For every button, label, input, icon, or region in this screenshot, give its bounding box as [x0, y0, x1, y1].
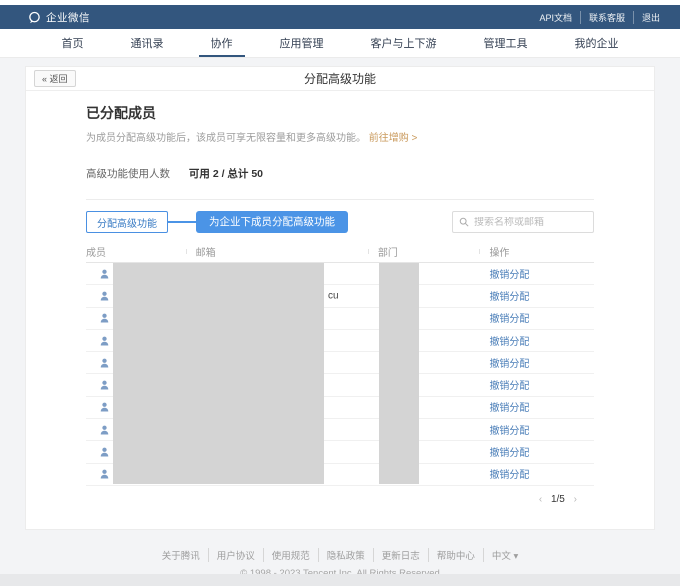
pagination-prev-icon[interactable]: ‹ — [536, 494, 545, 505]
top-bar: 企业微信 API文档 联系客服 退出 — [0, 5, 680, 29]
nav-item-my-company[interactable]: 我的企业 — [569, 29, 625, 57]
nav-item-collaboration[interactable]: 协作 — [205, 29, 239, 57]
guide-tooltip: 为企业下成员分配高级功能 — [196, 211, 348, 233]
column-header-member: 成员 — [86, 244, 186, 259]
pagination-current: 1/5 — [551, 494, 565, 505]
back-button[interactable]: « 返回 — [34, 70, 76, 87]
redacted-name-email-block — [113, 263, 324, 484]
api-docs-link[interactable]: API文档 — [539, 11, 572, 24]
nav-item-contacts[interactable]: 通讯录 — [125, 29, 170, 57]
nav-item-customers[interactable]: 客户与上下游 — [365, 29, 443, 57]
usage-label: 高级功能使用人数 — [86, 168, 170, 180]
section-heading: 已分配成员 — [86, 103, 594, 123]
person-icon — [100, 402, 109, 412]
footer-link-help-center[interactable]: 帮助中心 — [428, 548, 475, 562]
person-icon — [100, 469, 109, 479]
person-icon — [100, 291, 109, 301]
revoke-assignment-button[interactable]: 撤销分配 — [489, 270, 529, 281]
footer-link-usage-rules[interactable]: 使用规范 — [263, 548, 310, 562]
person-icon — [100, 358, 109, 368]
page-title: 分配高级功能 — [304, 70, 376, 87]
main-nav: 首页 通讯录 协作 应用管理 客户与上下游 管理工具 我的企业 — [0, 29, 680, 58]
brand-logo[interactable]: 企业微信 — [28, 10, 90, 25]
language-selector[interactable]: 中文 ▾ — [483, 548, 518, 562]
column-header-email: 邮箱 — [186, 244, 368, 259]
members-table: 成员 邮箱 部门 操作 撤销分配 cu — [86, 241, 594, 486]
search-input[interactable] — [474, 217, 587, 228]
pagination-next-icon[interactable]: › — [571, 494, 580, 505]
footer-links: 关于腾讯 用户协议 使用规范 隐私政策 更新日志 帮助中心 中文 ▾ — [162, 548, 519, 562]
person-icon — [100, 380, 109, 390]
content-card: « 返回 分配高级功能 已分配成员 为成员分配高级功能后，该成员可享无限容量和更… — [25, 66, 655, 530]
assign-advanced-feature-button[interactable]: 分配高级功能 — [86, 211, 168, 233]
revoke-assignment-button[interactable]: 撤销分配 — [489, 470, 529, 481]
footer-link-privacy[interactable]: 隐私政策 — [318, 548, 365, 562]
pagination: ‹ 1/5 › — [86, 494, 594, 505]
revoke-assignment-button[interactable]: 撤销分配 — [489, 381, 529, 392]
search-box — [452, 211, 594, 233]
revoke-assignment-button[interactable]: 撤销分配 — [489, 292, 529, 303]
person-icon — [100, 447, 109, 457]
footer-link-user-agreement[interactable]: 用户协议 — [208, 548, 255, 562]
card-body: 已分配成员 为成员分配高级功能后，该成员可享无限容量和更多高级功能。 前往增购 … — [26, 91, 654, 505]
description-text: 为成员分配高级功能后，该成员可享无限容量和更多高级功能。 — [86, 133, 366, 144]
purchase-more-link[interactable]: 前往增购 > — [369, 133, 418, 144]
brand-name: 企业微信 — [46, 10, 90, 25]
revoke-assignment-button[interactable]: 撤销分配 — [489, 426, 529, 437]
email-tail-text: cu — [328, 290, 339, 301]
logout-link[interactable]: 退出 — [633, 11, 660, 24]
divider — [86, 199, 594, 200]
contact-support-link[interactable]: 联系客服 — [580, 11, 625, 24]
revoke-assignment-button[interactable]: 撤销分配 — [489, 359, 529, 370]
revoke-assignment-button[interactable]: 撤销分配 — [489, 314, 529, 325]
column-header-action: 操作 — [479, 244, 594, 259]
person-icon — [100, 425, 109, 435]
redacted-department-block — [379, 263, 419, 484]
search-icon — [459, 217, 469, 227]
person-icon — [100, 313, 109, 323]
revoke-assignment-button[interactable]: 撤销分配 — [489, 448, 529, 459]
chat-bubble-icon — [28, 11, 41, 24]
revoke-assignment-button[interactable]: 撤销分配 — [489, 337, 529, 348]
toolbar: 分配高级功能 为企业下成员分配高级功能 — [86, 211, 594, 233]
tooltip-connector-line — [168, 221, 196, 223]
person-icon — [100, 269, 109, 279]
nav-item-admin-tools[interactable]: 管理工具 — [478, 29, 534, 57]
column-header-department: 部门 — [368, 244, 480, 259]
card-header: « 返回 分配高级功能 — [26, 67, 654, 91]
bottom-strip — [0, 574, 680, 586]
section-description: 为成员分配高级功能后，该成员可享无限容量和更多高级功能。 前往增购 > — [86, 129, 594, 144]
table-body: 撤销分配 cu 撤销分配 撤销分配 — [86, 263, 594, 486]
topbar-links: API文档 联系客服 退出 — [539, 11, 660, 24]
person-icon — [100, 336, 109, 346]
usage-value: 可用 2 / 总计 50 — [189, 168, 263, 180]
footer-link-changelog[interactable]: 更新日志 — [373, 548, 420, 562]
revoke-assignment-button[interactable]: 撤销分配 — [489, 403, 529, 414]
footer-link-about[interactable]: 关于腾讯 — [162, 548, 200, 562]
usage-stats: 高级功能使用人数 可用 2 / 总计 50 — [86, 166, 594, 181]
nav-item-app-management[interactable]: 应用管理 — [274, 29, 330, 57]
nav-item-home[interactable]: 首页 — [56, 29, 90, 57]
page-background: « 返回 分配高级功能 已分配成员 为成员分配高级功能后，该成员可享无限容量和更… — [0, 58, 680, 586]
table-header: 成员 邮箱 部门 操作 — [86, 241, 594, 263]
